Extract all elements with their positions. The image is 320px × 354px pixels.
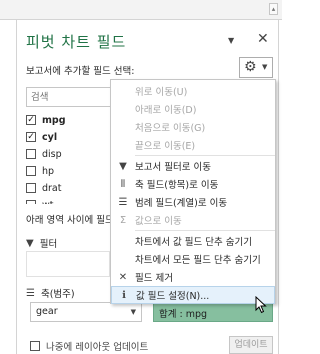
axis-area-label: 축(범주) — [40, 289, 75, 300]
field-label: mpg — [42, 114, 66, 126]
gear-icon: ⚙ — [244, 59, 257, 75]
menu-item-label: 값 필드 설정(N)... — [136, 291, 210, 302]
pane-left-border — [16, 20, 17, 354]
field-list: ✓ mpg ✓ cyl disp hp drat wt — [26, 112, 116, 204]
axis-area-header: ☰ 축(범주) — [26, 286, 75, 301]
field-label: drat — [42, 182, 62, 194]
field-label: hp — [42, 165, 55, 177]
menu-item-label: 값으로 이동 — [135, 216, 182, 227]
remove-x-icon: ✕ — [118, 271, 128, 283]
field-item-cyl[interactable]: ✓ cyl — [26, 129, 57, 145]
context-menu: 위로 이동(U) 아래로 이동(D) 처음으로 이동(G) 끝으로 이동(E) … — [110, 79, 276, 304]
pane-options-caret-icon[interactable]: ▼ — [228, 36, 234, 45]
field-item-wt[interactable]: wt — [26, 197, 54, 204]
menu-item-label: 필드 제거 — [135, 273, 173, 284]
menu-item-label: 처음으로 이동(G) — [135, 123, 206, 134]
menu-separator — [135, 155, 275, 156]
field-item-disp[interactable]: disp — [26, 146, 62, 162]
menu-item-move-up[interactable]: 위로 이동(U) — [111, 82, 275, 100]
defer-label: 나중에 레이아웃 업데이트 — [46, 342, 149, 353]
field-label: wt — [42, 200, 54, 205]
info-settings-icon: ℹ — [122, 289, 126, 301]
value-field-label: 합계 : mpg — [159, 309, 208, 320]
menu-item-label: 아래로 이동(D) — [135, 105, 197, 116]
menu-item-move-to-beginning[interactable]: 처음으로 이동(G) — [111, 118, 275, 136]
sigma-icon: Σ — [119, 214, 127, 226]
menu-item-move-to-axis[interactable]: ⦀ 축 필드(항목)로 이동 — [111, 175, 275, 193]
axis-columns-icon: ⦀ — [120, 178, 126, 190]
menu-item-remove-field[interactable]: ✕ 필드 제거 — [111, 268, 275, 286]
axis-field-label: gear — [36, 306, 58, 317]
menu-item-hide-value-buttons[interactable]: 차트에서 값 필드 단추 숨기기 — [111, 232, 275, 250]
axis-field-item[interactable]: gear ▼ — [30, 302, 142, 322]
field-checkbox[interactable] — [26, 166, 36, 176]
scroll-up-icon[interactable]: ▴ — [269, 3, 278, 15]
menu-item-move-to-filter[interactable]: ▼ 보고서 필터로 이동 — [111, 157, 275, 175]
menu-separator — [135, 230, 275, 231]
menu-item-label: 축 필드(항목)로 이동 — [135, 180, 219, 191]
menu-item-label: 끝으로 이동(E) — [135, 141, 196, 152]
field-checkbox[interactable] — [26, 149, 36, 159]
menu-item-hide-all-buttons[interactable]: 차트에서 모든 필드 단추 숨기기 — [111, 250, 275, 268]
tools-button[interactable]: ⚙ ▼ — [239, 57, 273, 78]
close-icon[interactable]: ✕ — [257, 31, 269, 47]
pane-right-border — [278, 20, 279, 354]
field-checkbox[interactable] — [26, 183, 36, 193]
menu-item-move-to-end[interactable]: 끝으로 이동(E) — [111, 136, 275, 154]
menu-item-label: 차트에서 값 필드 단추 숨기기 — [135, 237, 252, 248]
field-label: disp — [42, 148, 62, 160]
field-item-hp[interactable]: hp — [26, 163, 54, 179]
field-checkbox[interactable]: ✓ — [26, 115, 36, 125]
axis-rows-icon: ☰ — [26, 287, 35, 299]
field-instruction: 보고서에 추가할 필드 선택: — [26, 66, 135, 77]
menu-item-label: 차트에서 모든 필드 단추 숨기기 — [135, 255, 261, 266]
menu-item-move-to-values[interactable]: Σ 값으로 이동 — [111, 211, 275, 229]
field-checkbox[interactable]: ✓ — [26, 132, 36, 142]
pane-title: 피벗 차트 필드 — [26, 33, 127, 51]
menu-item-label: 보고서 필터로 이동 — [135, 162, 211, 173]
top-scrollbar[interactable]: ▴ — [0, 0, 282, 20]
legend-rows-icon: ☰ — [118, 196, 128, 208]
filter-icon: ▼ — [119, 160, 127, 172]
field-item-mpg[interactable]: ✓ mpg — [26, 112, 66, 128]
menu-item-move-down[interactable]: 아래로 이동(D) — [111, 100, 275, 118]
chevron-down-icon: ▼ — [262, 63, 268, 71]
field-checkbox[interactable] — [26, 200, 36, 204]
mouse-cursor-icon — [255, 296, 267, 314]
filters-area-header: ▼ 필터 — [26, 236, 58, 251]
defer-layout-update[interactable]: 나중에 레이아웃 업데이트 — [30, 339, 148, 353]
chevron-down-icon[interactable]: ▼ — [131, 308, 136, 316]
areas-instruction: 아래 영역 사이에 필드를 끌어 놓으십시오. — [26, 215, 114, 226]
filters-drop-zone[interactable] — [26, 251, 110, 277]
field-label: cyl — [42, 131, 58, 143]
menu-item-move-to-legend[interactable]: ☰ 범례 필드(계열)로 이동 — [111, 193, 275, 211]
filters-area-label: 필터 — [39, 239, 58, 250]
menu-item-value-field-settings[interactable]: ℹ 값 필드 설정(N)... — [111, 286, 275, 304]
defer-checkbox[interactable] — [30, 341, 40, 351]
menu-item-label: 범례 필드(계열)로 이동 — [135, 198, 228, 209]
filter-icon: ▼ — [26, 237, 34, 249]
field-item-drat[interactable]: drat — [26, 180, 61, 196]
menu-item-label: 위로 이동(U) — [135, 87, 188, 98]
update-button[interactable]: 업데이트 — [229, 336, 273, 354]
search-input[interactable] — [26, 87, 116, 107]
